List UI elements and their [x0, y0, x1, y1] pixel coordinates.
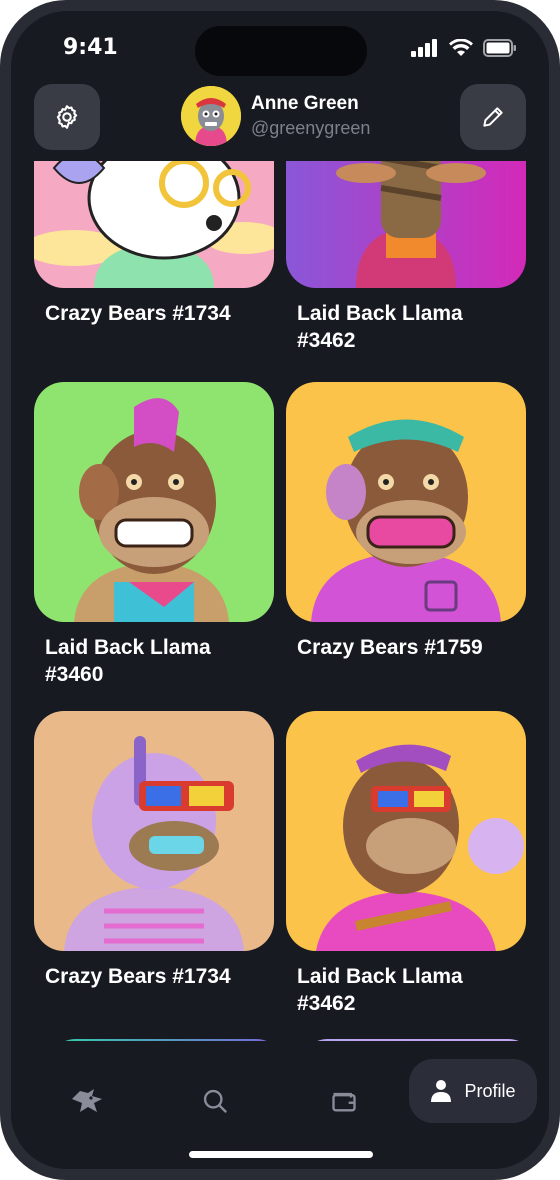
nft-image [286, 382, 526, 622]
nft-card[interactable]: Laid Back Llama #3462 [286, 711, 526, 1017]
home-indicator[interactable] [189, 1151, 373, 1158]
nav-item-profile[interactable]: Profile [409, 1059, 537, 1123]
battery-icon [483, 39, 516, 57]
nav-item-wallet[interactable] [324, 1081, 364, 1121]
status-time: 9:41 [63, 35, 118, 60]
wifi-icon [449, 39, 473, 56]
fox-icon [72, 1089, 102, 1112]
wallet-icon [332, 1092, 356, 1112]
ape-artwork [286, 382, 526, 622]
avatar-image [181, 86, 241, 146]
nft-image [286, 711, 526, 951]
nft-image [34, 382, 274, 622]
user-handle: @greenygreen [251, 118, 371, 138]
user-icon [431, 1080, 452, 1102]
ape-artwork [286, 711, 526, 951]
pencil-icon [483, 107, 503, 127]
nft-card[interactable]: Crazy Bears #1734 [34, 161, 274, 327]
gear-icon [56, 105, 78, 129]
nav-item-home[interactable] [67, 1081, 107, 1121]
ape-artwork [34, 382, 274, 622]
user-name: Anne Green [251, 93, 359, 114]
bear-artwork [34, 161, 274, 288]
signal-icon [411, 39, 437, 57]
nft-title: Crazy Bears #1759 [297, 636, 483, 659]
nav-profile-label: Profile [464, 1080, 516, 1101]
nft-title: Laid Back Llama #3462 [297, 965, 463, 1015]
nft-title: Crazy Bears #1734 [45, 302, 231, 325]
profile-header[interactable]: Anne Green @greenygreen [181, 86, 370, 146]
skeleton-ape-artwork [34, 711, 274, 951]
search-icon [203, 1089, 227, 1113]
avatar [181, 86, 241, 146]
nft-title: Laid Back Llama #3462 [297, 302, 463, 352]
nft-card[interactable]: Crazy Bears #1734 [34, 711, 274, 990]
nft-card[interactable]: Crazy Bears #1759 [286, 382, 526, 661]
dynamic-island [195, 26, 367, 76]
llama-artwork [286, 161, 526, 288]
nft-title: Crazy Bears #1734 [45, 965, 231, 988]
settings-button[interactable] [34, 84, 100, 150]
nft-card[interactable]: Laid Back Llama #3462 [286, 161, 526, 354]
nft-title: Laid Back Llama #3460 [45, 636, 211, 686]
bottom-nav: Profile [11, 1041, 549, 1169]
nav-item-search[interactable] [195, 1081, 235, 1121]
profile-text: Anne Green @greenygreen [251, 93, 370, 139]
nft-image [34, 161, 274, 288]
status-bar: 9:41 [11, 11, 549, 91]
phone-frame: 9:41 Anne Green @greenygreen Crazy Bears… [0, 0, 560, 1180]
nft-grid: Crazy Bears #1734 Laid Back Llama #3462 … [11, 161, 549, 1041]
nft-image [34, 711, 274, 951]
status-icons [411, 39, 517, 57]
nft-card[interactable]: Laid Back Llama #3460 [34, 382, 274, 688]
nft-image [286, 161, 526, 288]
app-screen: 9:41 Anne Green @greenygreen Crazy Bears… [11, 11, 549, 1169]
edit-button[interactable] [460, 84, 526, 150]
